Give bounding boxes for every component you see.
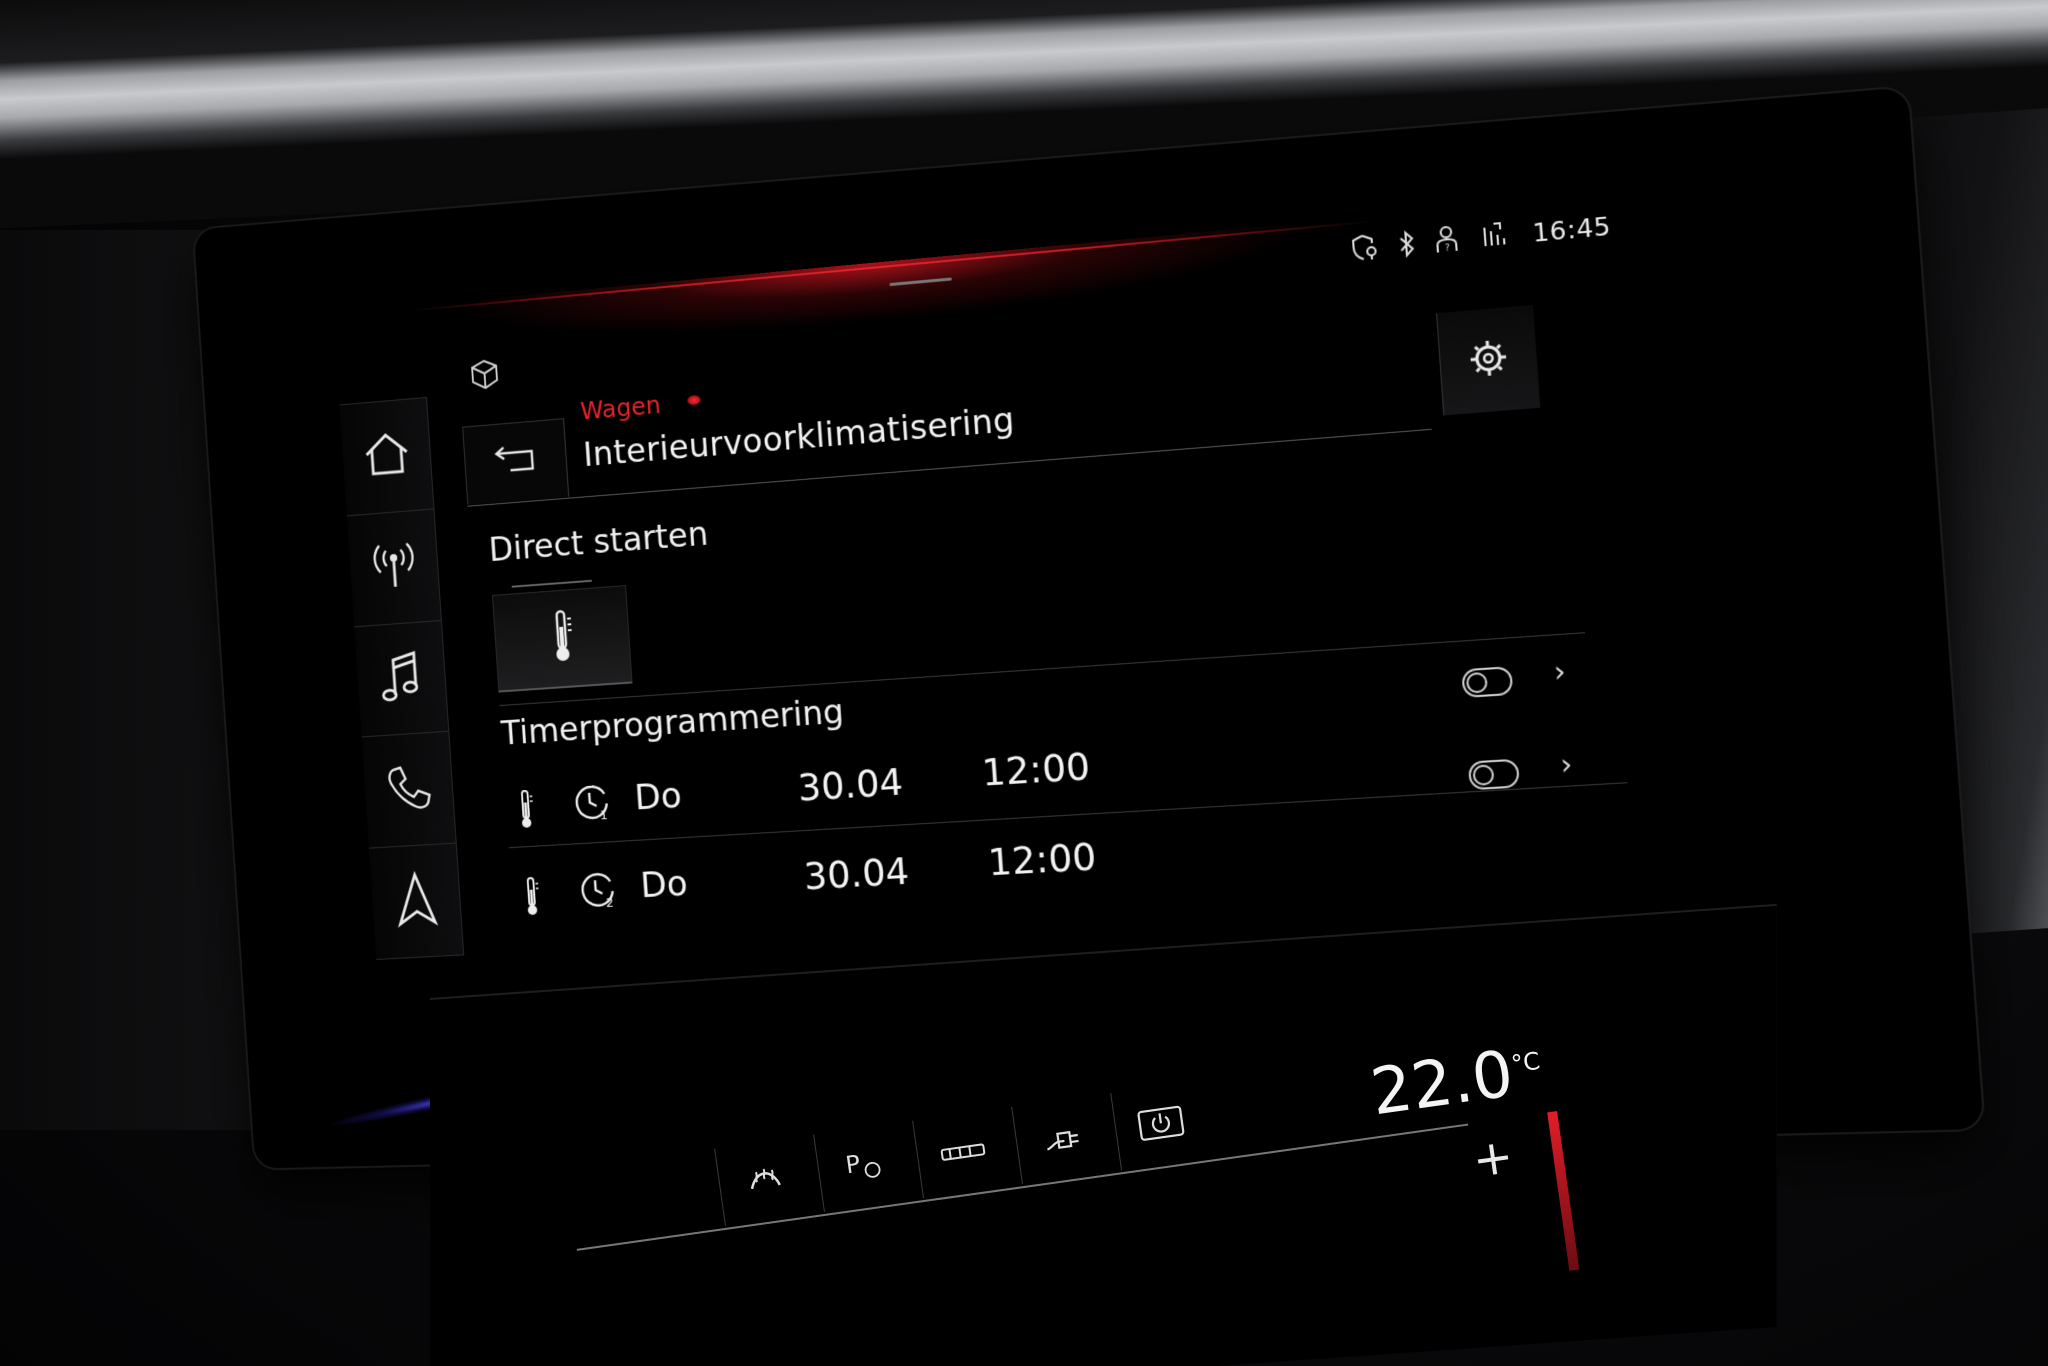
bluetooth-icon [1396,228,1419,260]
timer-clock-icon: 1 [570,780,614,829]
sidebar-item-phone[interactable] [361,731,457,848]
timer-time: 12:00 [986,834,1098,885]
temperature-slider[interactable] [1547,1111,1580,1271]
settings-button[interactable] [1436,304,1541,416]
car-dashboard-scene: ? 16:45 Wagen Interieurvoorklimatisering… [0,0,2048,1366]
parking-heater-icon: P [839,1142,889,1192]
climate-item-charging[interactable] [1011,1094,1113,1185]
timer-day: Do [633,775,683,819]
music-icon [376,647,426,712]
thermometer-icon [514,788,538,836]
direct-start-underline [511,579,592,588]
temperature-increase-button[interactable]: + [1469,1128,1517,1189]
timer-date: 30.04 [796,759,905,810]
back-arrow-icon [485,438,547,485]
home-icon [359,429,413,485]
sidebar-item-navigation[interactable] [368,842,465,960]
power-icon [1133,1100,1189,1151]
temperature-unit: °C [1509,1046,1542,1079]
temperature-display[interactable]: 22.0°C [1366,1033,1546,1130]
gear-icon [1466,336,1511,385]
person-help-icon: ? [1433,224,1464,257]
climate-item-defrost[interactable] [714,1136,816,1226]
climate-item-parking-heater[interactable]: P [813,1122,915,1213]
phone-icon [381,760,436,821]
status-bar: ? 16:45 [1349,205,1613,270]
breadcrumb-indicator [687,394,701,406]
climate-item-seat-heating[interactable] [912,1108,1014,1199]
svg-text:P: P [844,1150,862,1180]
sidebar-item-radio[interactable] [346,508,442,626]
thermometer-icon [520,876,544,924]
sidebar-item-media[interactable] [354,619,450,737]
temperature-value: 22.0 [1366,1037,1518,1131]
status-clock: 16:45 [1531,210,1613,248]
infotainment-screen: ? 16:45 Wagen Interieurvoorklimatisering… [317,182,1789,1003]
timer-number: 1 [600,807,609,822]
defrost-icon [740,1156,790,1206]
timer-number: 2 [605,895,614,910]
direct-start-climate-button[interactable] [491,585,633,693]
main-sidebar [339,396,465,960]
timer-top-divider [499,632,1585,707]
navigation-icon [391,869,441,933]
svg-text:?: ? [1445,243,1451,254]
timer-toggle[interactable] [1461,666,1514,699]
timer-time: 12:00 [980,744,1092,795]
data-transfer-icon [1479,219,1512,253]
timer-clock-icon: 2 [576,867,620,916]
thermometer-icon [546,606,578,670]
chevron-right-icon[interactable]: › [1559,747,1573,782]
app-cube-icon[interactable] [467,356,503,397]
timer-toggle[interactable] [1467,758,1520,791]
sidebar-item-home[interactable] [339,396,435,516]
climate-item-power[interactable] [1110,1080,1212,1171]
direct-start-heading: Direct starten [487,514,710,570]
seat-heating-icon [935,1128,991,1179]
shield-location-icon [1349,231,1382,264]
radio-icon [366,537,421,598]
timer-date: 30.04 [802,848,911,899]
breadcrumb[interactable]: Wagen [579,390,661,425]
timer-day: Do [639,863,689,907]
plug-icon [1037,1114,1087,1164]
back-button[interactable] [462,418,570,505]
chevron-right-icon[interactable]: › [1553,654,1567,689]
